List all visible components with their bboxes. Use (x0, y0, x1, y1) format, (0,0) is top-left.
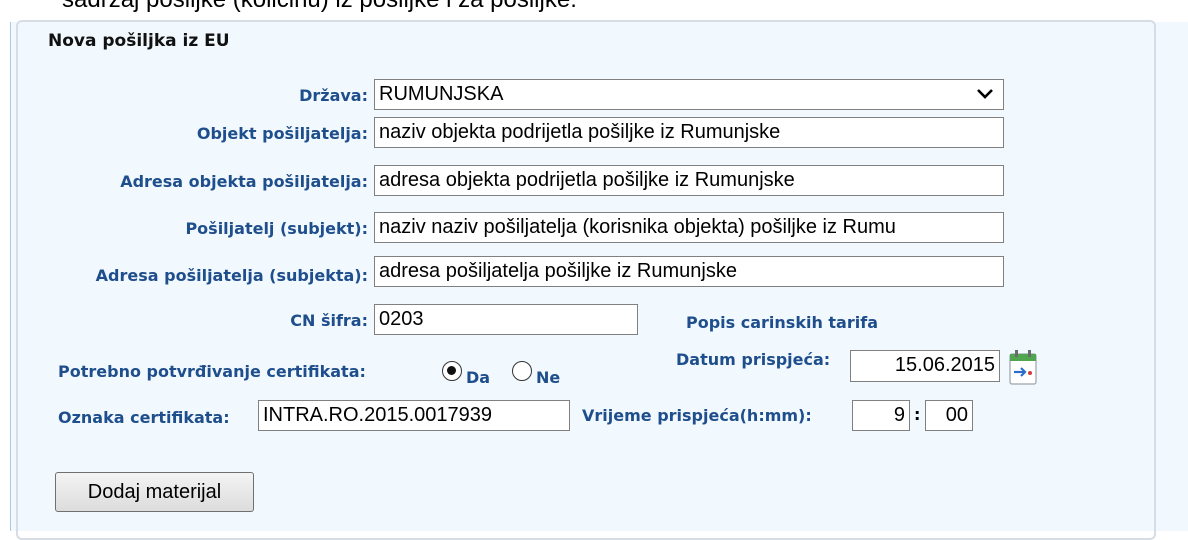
cn-input[interactable]: 0203 (374, 304, 638, 335)
adresa-objekta-input[interactable]: adresa objekta podrijetla pošiljke iz Ru… (374, 165, 1004, 196)
section-legend: Nova pošiljka iz EU (44, 31, 234, 51)
radio-ne-label: Ne (536, 368, 561, 387)
drzava-select[interactable]: RUMUNJSKA (374, 79, 1004, 110)
radio-da-label: Da (466, 368, 491, 387)
datum-label: Datum prispjeća: (676, 350, 831, 369)
radio-da[interactable] (442, 361, 462, 381)
adresa-posiljatelja-label: Adresa pošiljatelja (subjekta): (95, 266, 368, 285)
dodaj-materijal-button[interactable]: Dodaj materijal (55, 472, 254, 512)
adresa-objekta-label: Adresa objekta pošiljatelja: (120, 172, 368, 191)
objekt-input[interactable]: naziv objekta podrijetla pošiljke iz Rum… (374, 117, 1004, 148)
drzava-value: RUMUNJSKA (379, 83, 504, 105)
objekt-label: Objekt pošiljatelja: (196, 124, 368, 143)
datum-input[interactable]: 15.06.2015 (850, 350, 1000, 382)
posiljatelj-label: Pošiljatelj (subjekt): (185, 219, 368, 238)
vrijeme-hours-input[interactable]: 9 (852, 400, 910, 431)
cn-label: CN šifra: (290, 311, 368, 330)
oznaka-label: Oznaka certifikata: (58, 408, 230, 427)
vrijeme-label: Vrijeme prispjeća(h:mm): (582, 406, 812, 425)
vrijeme-minutes-input[interactable]: 00 (925, 400, 973, 431)
drzava-label: Država: (299, 86, 368, 105)
oznaka-input[interactable]: INTRA.RO.2015.0017939 (258, 400, 570, 431)
top-cut-text: sadržaj pošiljke (količinu) iz pošiljke … (0, 0, 1188, 22)
calendar-icon[interactable] (1008, 348, 1038, 386)
certifikat-label: Potrebno potvrđivanje certifikata: (58, 362, 366, 381)
posiljatelj-input[interactable]: naziv naziv pošiljatelja (korisnika obje… (374, 212, 1004, 243)
time-separator: : (914, 405, 921, 424)
adresa-posiljatelja-input[interactable]: adresa pošiljatelja pošiljke iz Rumunjsk… (374, 256, 1004, 287)
chevron-down-icon (977, 89, 993, 99)
radio-ne[interactable] (512, 361, 532, 381)
popis-tarifa-link[interactable]: Popis carinskih tarifa (686, 313, 878, 332)
